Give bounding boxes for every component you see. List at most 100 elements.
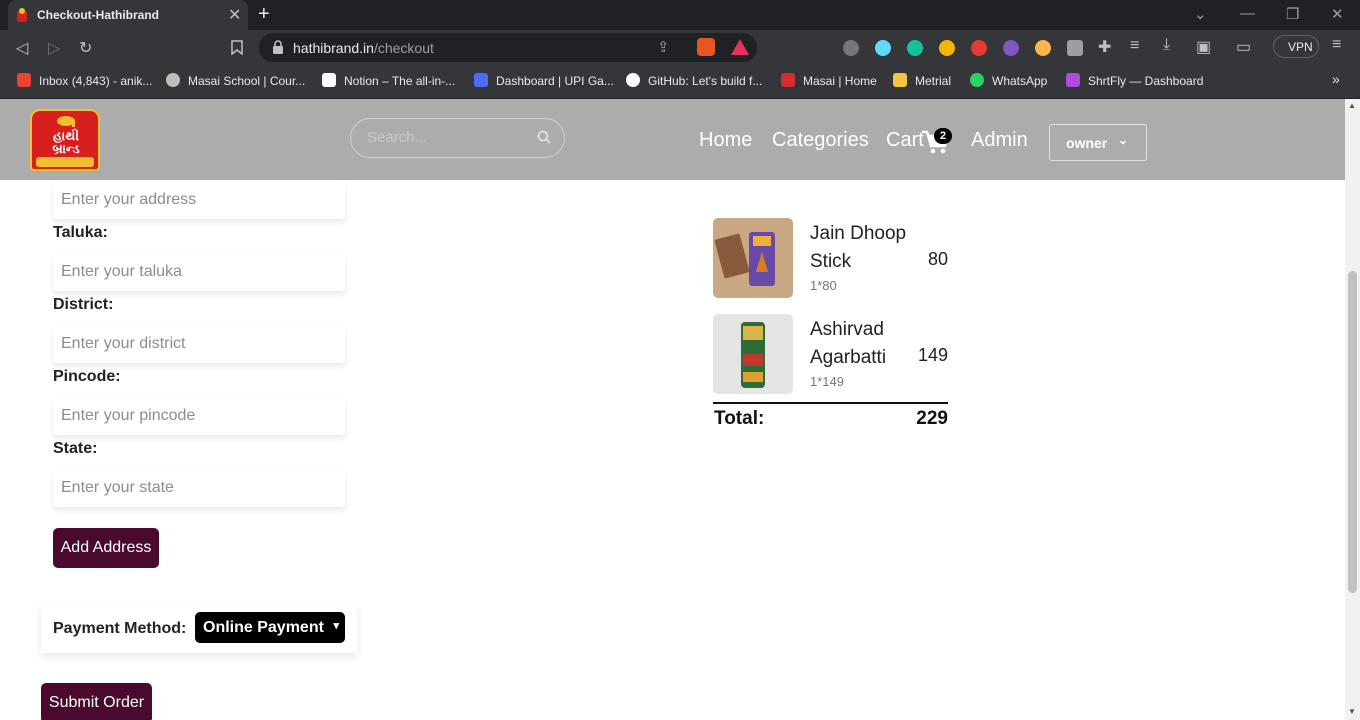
close-tab-icon[interactable]: ✕: [228, 5, 241, 25]
bookmark-upi-dashboard[interactable]: Dashboard | UPI Ga...: [474, 73, 614, 88]
restore-icon[interactable]: ❐: [1286, 5, 1299, 23]
product-photo: [713, 218, 793, 298]
product-price: 149: [917, 345, 948, 365]
bookmark-masai-home[interactable]: Masai | Home: [781, 73, 877, 88]
brave-shields-icon[interactable]: [697, 38, 715, 56]
bookmark-github[interactable]: GitHub: Let's build f...: [626, 73, 762, 88]
extension-react-icon[interactable]: [875, 40, 891, 56]
extension-colorpicker-icon[interactable]: [939, 40, 955, 56]
github-icon: [626, 73, 640, 87]
menu-icon[interactable]: ≡: [1332, 36, 1341, 54]
taluka-label: Taluka:: [53, 224, 108, 241]
lock-icon: [273, 40, 283, 54]
bookmark-icon[interactable]: [231, 40, 243, 55]
nav-home[interactable]: Home: [699, 129, 752, 152]
nav-admin[interactable]: Admin: [971, 129, 1028, 152]
tab-search-icon[interactable]: ⌄: [1194, 5, 1207, 23]
vpn-button[interactable]: VPN: [1273, 35, 1319, 58]
extension-pokeball-icon[interactable]: [971, 40, 987, 56]
pincode-input[interactable]: [61, 407, 331, 425]
payment-method-select[interactable]: Online Payment ▾: [195, 612, 345, 643]
back-icon[interactable]: ◁: [16, 38, 28, 58]
close-window-icon[interactable]: ✕: [1331, 5, 1344, 23]
minimize-icon[interactable]: —: [1240, 5, 1255, 22]
bookmark-metrial[interactable]: Metrial: [893, 73, 951, 88]
new-tab-button[interactable]: +: [258, 3, 270, 26]
cart-count-badge: 2: [934, 128, 952, 144]
logo-text: હાથી બ્રાન્ડ: [52, 128, 80, 156]
more-bookmarks-icon[interactable]: »: [1332, 71, 1340, 87]
masai-icon: [781, 73, 795, 87]
forward-icon[interactable]: ▷: [48, 38, 60, 58]
site-favicon-icon: [17, 8, 27, 22]
bookmark-masai-school[interactable]: Masai School | Cour...: [166, 73, 305, 88]
elephant-icon: [57, 116, 75, 127]
bookmark-notion[interactable]: Notion – The all-in-...: [322, 73, 455, 88]
bookmark-shrtfly[interactable]: ShrtFly — Dashboard: [1066, 73, 1203, 88]
taluka-input[interactable]: [61, 263, 331, 281]
total-label: Total:: [714, 408, 765, 429]
browser-tab[interactable]: Checkout-Hathibrand ✕: [8, 0, 248, 30]
playlist-icon[interactable]: ≡: [1130, 37, 1139, 55]
brave-rewards-icon[interactable]: [731, 39, 749, 55]
address-input[interactable]: [61, 191, 331, 209]
sidebar-icon[interactable]: ▣: [1196, 37, 1211, 57]
download-icon[interactable]: ⤓: [1163, 36, 1170, 54]
search-input[interactable]: [367, 129, 517, 146]
add-address-button[interactable]: Add Address: [53, 528, 159, 568]
folder-icon: [893, 73, 907, 87]
extension-grammarly-icon[interactable]: [907, 40, 923, 56]
submit-order-button[interactable]: Submit Order: [41, 683, 152, 720]
user-menu-label: owner: [1066, 135, 1108, 151]
globe-icon: [166, 73, 180, 87]
state-label: State:: [53, 440, 98, 457]
product-quantity: 1*80: [810, 278, 837, 293]
nav-cart[interactable]: Cart: [886, 129, 924, 152]
payment-method-box: Payment Method: Online Payment ▾: [41, 605, 357, 653]
nav-categories[interactable]: Categories: [772, 129, 869, 152]
pincode-label: Pincode:: [53, 368, 121, 385]
page-scrollbar[interactable]: ▲ ▼: [1345, 99, 1360, 720]
total-divider: [713, 402, 948, 404]
url-text: hathibrand.in/checkout: [293, 40, 434, 56]
shrtfly-icon: [1066, 73, 1080, 87]
product-image-jain-dhoop: [713, 218, 793, 298]
product-quantity: 1*149: [810, 374, 844, 389]
browser-tab-bar: Checkout-Hathibrand ✕ + ⌄ — ❐ ✕: [0, 0, 1360, 30]
extension-orange-icon[interactable]: [1035, 40, 1051, 56]
bookmark-whatsapp[interactable]: WhatsApp: [970, 73, 1047, 88]
bookmark-inbox[interactable]: Inbox (4,843) - anik...: [17, 73, 152, 88]
wallet-icon[interactable]: ▭: [1236, 37, 1251, 57]
total-value: 229: [916, 408, 948, 429]
bookmarks-bar: Inbox (4,843) - anik... Masai School | C…: [0, 65, 1360, 99]
tab-title: Checkout-Hathibrand: [37, 8, 160, 22]
scrollbar-thumb[interactable]: [1348, 271, 1357, 593]
chevron-down-icon: ▾: [333, 620, 339, 632]
scroll-up-icon[interactable]: ▲: [1348, 101, 1356, 110]
scroll-down-icon[interactable]: ▼: [1348, 707, 1356, 716]
user-menu-button[interactable]: owner ⌄: [1049, 124, 1147, 161]
hathibrand-logo[interactable]: હાથી બ્રાન્ડ: [30, 109, 100, 171]
state-input[interactable]: [61, 479, 331, 497]
search-icon[interactable]: [537, 130, 551, 144]
district-input[interactable]: [61, 335, 331, 353]
product-photo: [713, 314, 793, 394]
extension-diamond-icon[interactable]: [1003, 40, 1019, 56]
share-icon[interactable]: ⇪: [657, 38, 670, 56]
payment-method-value: Online Payment: [203, 619, 324, 636]
extension-masai-icon[interactable]: [843, 40, 859, 56]
address-bar[interactable]: hathibrand.in/checkout ⇪: [259, 33, 757, 62]
product-image-ashirvad-agarbatti: [713, 314, 793, 394]
extension-tb-icon[interactable]: [1067, 40, 1083, 56]
extensions-puzzle-icon[interactable]: ✚: [1098, 37, 1111, 57]
browser-toolbar: ◁ ▷ ↻ hathibrand.in/checkout ⇪ ✚ ≡ ⤓ ▣ ▭…: [0, 30, 1360, 65]
district-label: District:: [53, 296, 114, 313]
payment-method-label: Payment Method:: [53, 620, 187, 637]
logo-band: [36, 157, 94, 167]
chevron-down-icon: ⌄: [1118, 133, 1129, 147]
whatsapp-icon: [970, 73, 984, 87]
notion-icon: [322, 73, 336, 87]
reload-icon[interactable]: ↻: [79, 38, 92, 58]
district-field: [53, 326, 345, 363]
search-box: [350, 118, 565, 158]
